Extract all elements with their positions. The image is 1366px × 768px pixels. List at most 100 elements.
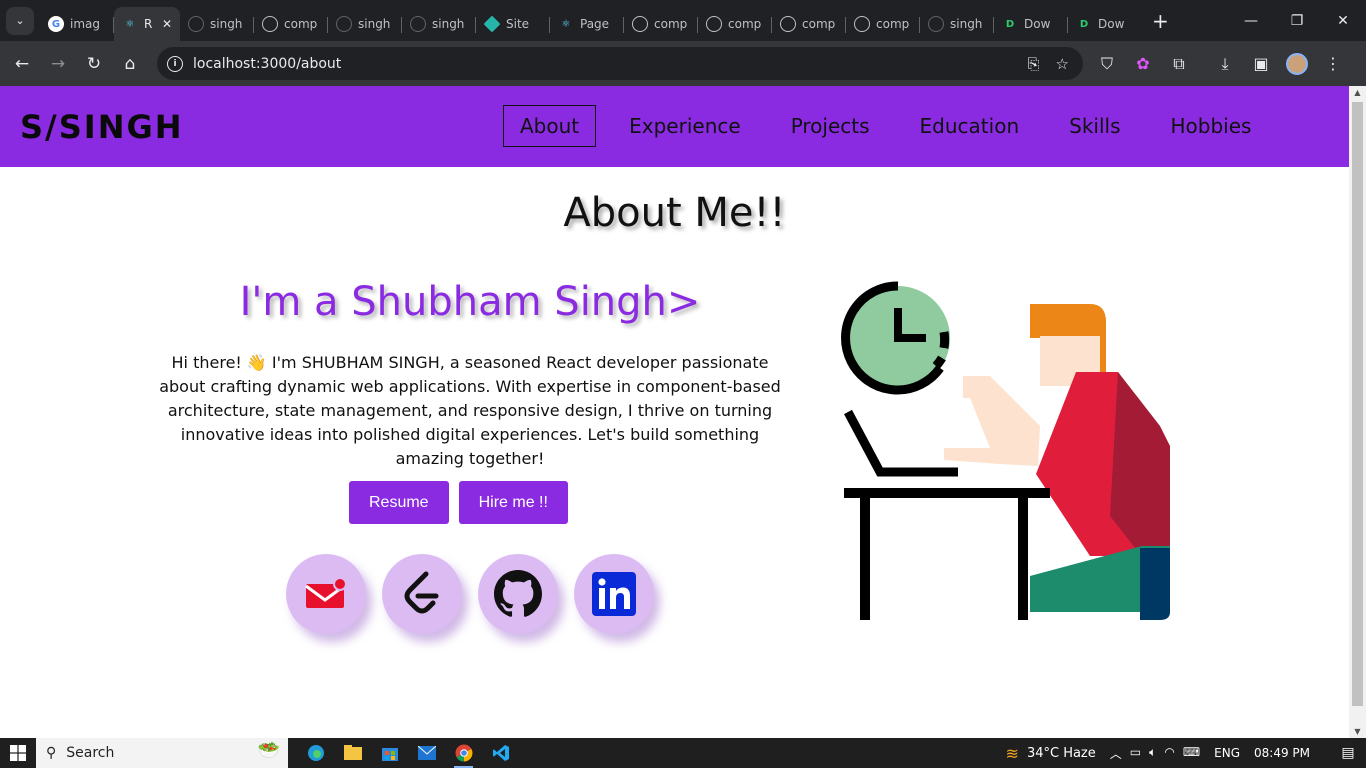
nav-links: About Experience Projects Education Skil…: [503, 105, 1284, 147]
nav-skills[interactable]: Skills: [1052, 105, 1137, 147]
reload-icon[interactable]: ↻: [76, 46, 112, 82]
tab[interactable]: singh: [402, 7, 476, 41]
forward-icon[interactable]: →: [40, 46, 76, 82]
edge-icon[interactable]: [300, 738, 331, 768]
tab[interactable]: Gimag: [40, 7, 114, 41]
shield-extension-icon[interactable]: ⛉: [1096, 54, 1118, 74]
github-icon: [188, 16, 204, 32]
store-icon[interactable]: [374, 738, 405, 768]
address-bar[interactable]: i localhost:3000/about ⎘ ☆: [157, 47, 1083, 80]
url-text[interactable]: localhost:3000/about: [193, 56, 341, 72]
github-icon: [494, 570, 542, 617]
tab-search-button[interactable]: ⌄: [6, 6, 34, 35]
globe-icon: [632, 16, 648, 32]
file-explorer-icon[interactable]: [337, 738, 368, 768]
react-icon: ⚛: [125, 18, 135, 30]
tab[interactable]: comp: [772, 7, 846, 41]
bookmark-star-icon[interactable]: ☆: [1056, 55, 1069, 73]
scroll-down-icon[interactable]: ▼: [1349, 727, 1366, 736]
mail-link[interactable]: [286, 554, 366, 634]
install-app-icon[interactable]: ⎘: [1028, 55, 1040, 73]
system-tray: ≋ 34°C Haze ︿ ▭ 🔈︎ ◠ ⌨ ENG 08:49 PM ▤: [1006, 738, 1366, 768]
windows-start-button[interactable]: [0, 738, 36, 768]
minimize-icon[interactable]: —: [1228, 0, 1274, 41]
github-icon: [410, 16, 426, 32]
close-window-icon[interactable]: ✕: [1320, 0, 1366, 41]
netlify-icon: [483, 15, 501, 33]
github-icon: [336, 16, 352, 32]
show-hidden-icons-chevron-icon[interactable]: ︿: [1110, 745, 1122, 762]
nav-hobbies[interactable]: Hobbies: [1154, 105, 1269, 147]
battery-icon[interactable]: ▭: [1130, 745, 1141, 762]
tab[interactable]: comp: [846, 7, 920, 41]
taskbar-search[interactable]: ⚲ Search 🥗: [36, 738, 288, 768]
scroll-up-icon[interactable]: ▲: [1349, 88, 1366, 97]
chrome-icon[interactable]: [448, 738, 479, 768]
globe-icon: [854, 16, 870, 32]
react-icon: ⚛: [561, 18, 571, 30]
leetcode-icon: [404, 571, 439, 614]
tab[interactable]: ⚛ Page: [550, 7, 624, 41]
tab[interactable]: comp: [698, 7, 772, 41]
tab-active[interactable]: ⚛ R ✕: [114, 7, 180, 41]
side-panel-icon[interactable]: ▣: [1250, 54, 1272, 73]
globe-icon: [780, 16, 796, 32]
vscode-icon[interactable]: [485, 738, 516, 768]
resume-button[interactable]: Resume: [349, 481, 449, 524]
leetcode-link[interactable]: [382, 554, 462, 634]
hire-me-button[interactable]: Hire me !!: [458, 481, 568, 524]
globe-icon: [262, 16, 278, 32]
back-icon[interactable]: ←: [4, 46, 40, 82]
tab[interactable]: comp: [624, 7, 698, 41]
language-indicator[interactable]: ENG: [1214, 746, 1240, 760]
intro-heading: I'm a Shubham Singh>: [239, 279, 701, 325]
tab[interactable]: D Dow: [994, 7, 1068, 41]
windows-taskbar: ⚲ Search 🥗 ≋ 34°C Haze ︿ ▭ 🔈︎ ◠ ⌨ ENG 08…: [0, 738, 1366, 768]
taskbar-search-label: Search: [66, 745, 115, 761]
site-navbar: S/SINGH About Experience Projects Educat…: [0, 86, 1349, 167]
mail-icon: [305, 578, 347, 608]
nav-projects[interactable]: Projects: [774, 105, 887, 147]
site-logo[interactable]: S/SINGH: [20, 108, 184, 146]
new-tab-button[interactable]: +: [1152, 9, 1169, 33]
page-viewport: S/SINGH About Experience Projects Educat…: [0, 86, 1349, 738]
download-icon[interactable]: ⤓: [1214, 54, 1236, 74]
extensions-puzzle-icon[interactable]: ⧉: [1168, 54, 1190, 74]
search-icon: ⚲: [46, 745, 57, 761]
menu-kebab-icon[interactable]: ⋮: [1322, 54, 1344, 73]
clock[interactable]: 08:49 PM: [1254, 746, 1310, 760]
linkedin-link[interactable]: [574, 554, 654, 634]
page-scrollbar[interactable]: ▲ ▼: [1349, 86, 1366, 738]
nav-education[interactable]: Education: [903, 105, 1037, 147]
profile-avatar[interactable]: [1286, 52, 1308, 75]
weather-widget[interactable]: ≋ 34°C Haze: [1006, 744, 1096, 763]
nav-experience[interactable]: Experience: [612, 105, 758, 147]
nav-about[interactable]: About: [503, 105, 597, 147]
haze-icon: ≋: [1005, 743, 1019, 763]
site-info-icon[interactable]: i: [167, 55, 183, 72]
tab[interactable]: singh: [328, 7, 402, 41]
mail-app-icon[interactable]: [411, 738, 442, 768]
home-icon[interactable]: ⌂: [112, 46, 148, 82]
github-icon: [928, 16, 944, 32]
wifi-icon[interactable]: ◠: [1164, 745, 1174, 762]
toolbar-actions: ⛉ ✿ ⧉ ⤓ ▣ ⋮: [1096, 41, 1344, 86]
page-title: About Me!!: [563, 190, 786, 236]
tab[interactable]: Site: [476, 7, 550, 41]
close-tab-icon[interactable]: ✕: [162, 17, 172, 31]
tab[interactable]: singh: [180, 7, 254, 41]
tab[interactable]: comp: [254, 7, 328, 41]
browser-tab-strip: ⌄ Gimag ⚛ R ✕ singh comp singh singh Site …: [0, 0, 1366, 41]
keyboard-icon[interactable]: ⌨: [1183, 745, 1200, 762]
restore-icon[interactable]: ❐: [1274, 0, 1320, 41]
browser-toolbar: ← → ↻ ⌂ i localhost:3000/about ⎘ ☆ ⛉ ✿ ⧉…: [0, 41, 1366, 86]
tab[interactable]: singh: [920, 7, 994, 41]
action-buttons: Resume Hire me !!: [349, 481, 568, 524]
color-extension-icon[interactable]: ✿: [1132, 54, 1154, 73]
volume-icon[interactable]: 🔈︎: [1149, 745, 1156, 762]
github-link[interactable]: [478, 554, 558, 634]
search-highlight-icon: 🥗: [257, 740, 280, 761]
tab[interactable]: D Dow: [1068, 7, 1142, 41]
notifications-icon[interactable]: ▤: [1330, 745, 1366, 761]
scrollbar-thumb[interactable]: [1352, 102, 1363, 706]
